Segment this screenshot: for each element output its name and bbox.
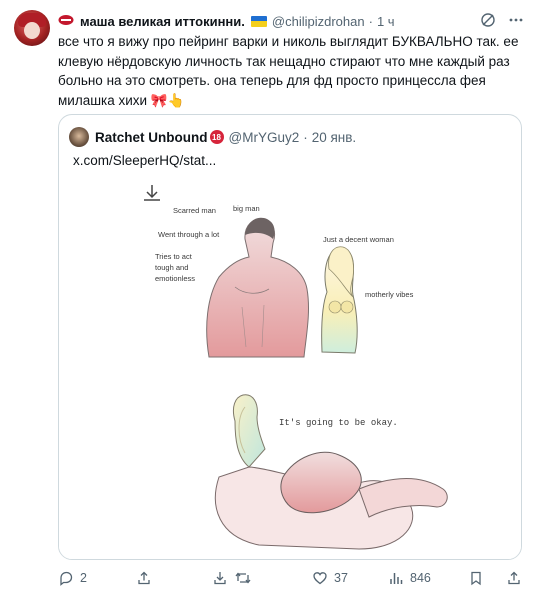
big-man-figure <box>206 217 309 358</box>
quoted-avatar[interactable] <box>69 127 89 147</box>
share-post-button[interactable] <box>506 570 522 586</box>
label-decent-woman: Just a decent woman <box>323 235 394 244</box>
repost-icon <box>235 572 251 584</box>
share-icon <box>138 571 150 585</box>
label-tries-3: emotionless <box>155 274 195 283</box>
post-header: маша великая иттокинни. @chilipizdrohan … <box>58 12 395 30</box>
download-button[interactable] <box>212 570 228 586</box>
quoted-date[interactable]: 20 янв. <box>312 130 356 145</box>
label-went-through: Went through a lot <box>158 230 220 239</box>
quoted-post[interactable]: Ratchet Unbound 18 @MrYGuy2 · 20 янв. x.… <box>58 114 522 560</box>
label-motherly-vibes: motherly vibes <box>365 290 414 299</box>
quoted-link-text[interactable]: x.com/SleeperHQ/stat... <box>73 153 216 168</box>
post-time[interactable]: 1 ч <box>377 14 395 29</box>
mouth-emoji-icon <box>58 14 74 29</box>
label-scarred-man: Scarred man <box>173 206 216 215</box>
reply-icon <box>60 571 73 586</box>
separator-dot: · <box>368 13 373 29</box>
action-bar: 2 37 846 <box>0 568 535 590</box>
label-tries-1: Tries to act <box>155 252 193 261</box>
grok-icon[interactable] <box>478 10 498 30</box>
separator-dot: · <box>303 129 308 145</box>
like-count: 37 <box>334 571 348 585</box>
views-button[interactable]: 846 <box>388 570 431 586</box>
views-count: 846 <box>410 571 431 585</box>
quoted-image[interactable]: Scarred man big man Went through a lot T… <box>59 177 521 559</box>
reply-button[interactable]: 2 <box>58 570 87 586</box>
author-avatar[interactable] <box>14 10 50 46</box>
more-options-icon[interactable] <box>506 10 526 30</box>
label-big-man: big man <box>233 204 260 213</box>
avatar-face <box>24 22 40 39</box>
repost-button[interactable] <box>234 570 252 586</box>
share-button[interactable] <box>136 570 152 586</box>
label-tries-2: tough and <box>155 263 188 272</box>
label-going-okay: It's going to be okay. <box>279 418 398 428</box>
drawing-svg: Scarred man big man Went through a lot T… <box>144 185 448 550</box>
post-text: все что я вижу про пейринг варки и никол… <box>58 34 519 108</box>
download-icon <box>214 572 226 585</box>
quoted-header: Ratchet Unbound 18 @MrYGuy2 · 20 янв. <box>69 127 356 147</box>
views-icon <box>390 573 403 584</box>
quoted-handle[interactable]: @MrYGuy2 <box>229 130 300 145</box>
upload-share-icon <box>508 571 520 585</box>
download-icon[interactable] <box>144 185 160 201</box>
bookmark-icon <box>471 571 481 586</box>
reply-count: 2 <box>80 571 87 585</box>
heart-icon <box>313 572 327 585</box>
like-button[interactable]: 37 <box>312 570 348 586</box>
woman-figure <box>321 246 358 354</box>
ukraine-flag-icon <box>250 15 267 27</box>
author-name[interactable]: маша великая иттокинни. <box>80 14 245 29</box>
age-18-badge-icon: 18 <box>209 130 224 144</box>
author-handle[interactable]: @chilipizdrohan <box>272 14 365 29</box>
bookmark-button[interactable] <box>468 570 484 586</box>
quoted-author-name[interactable]: Ratchet Unbound <box>95 130 208 145</box>
